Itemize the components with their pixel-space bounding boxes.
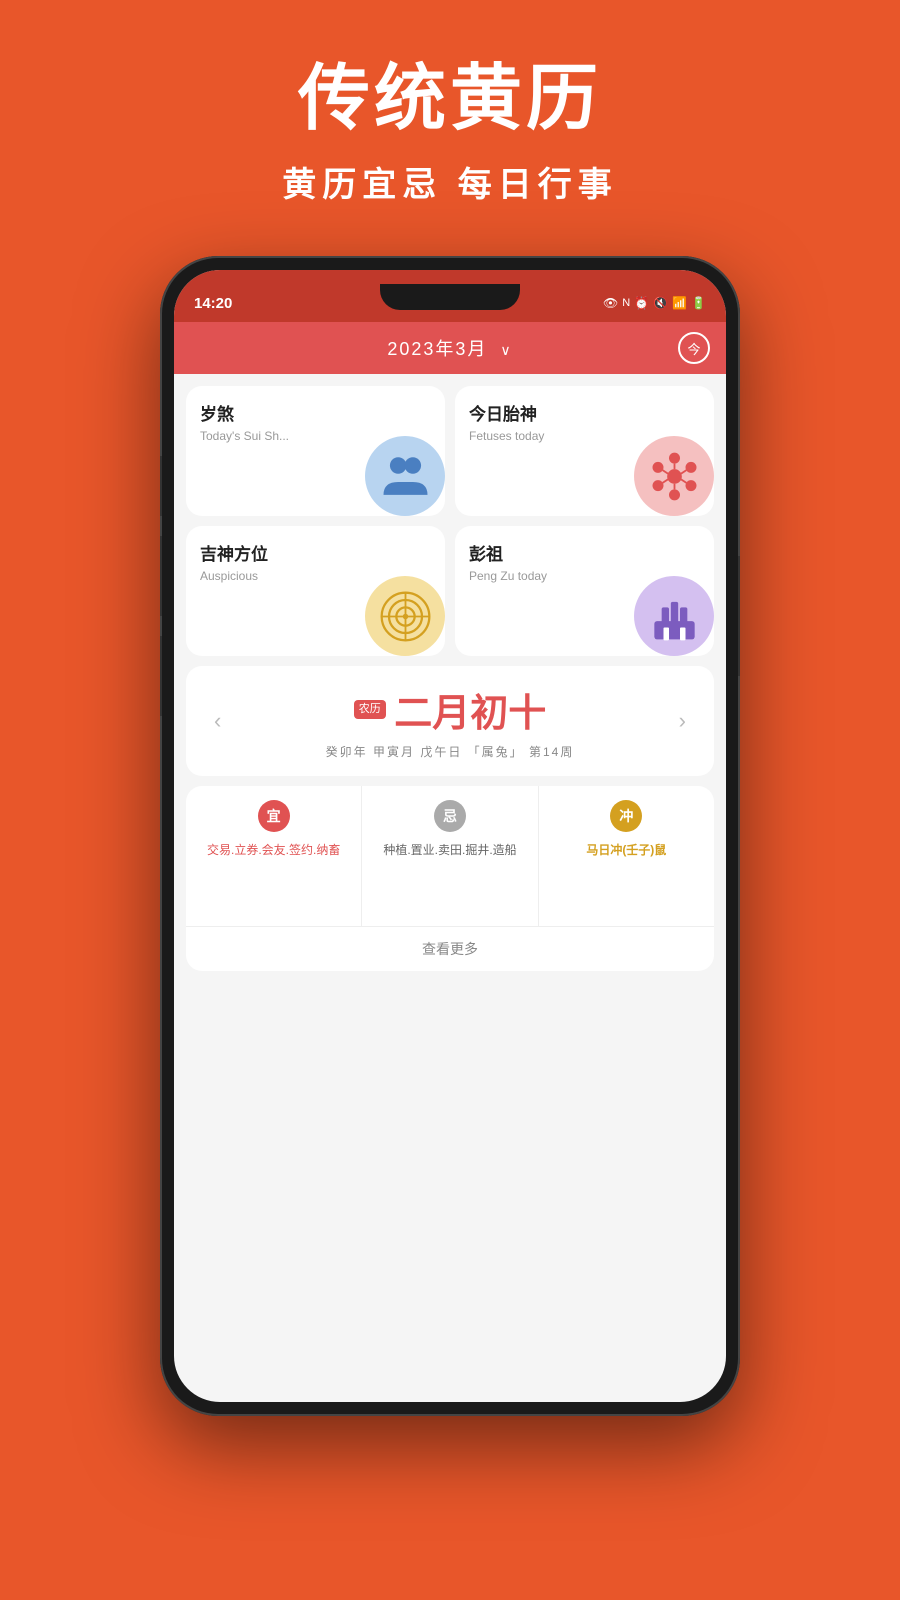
battery-icon: 🔋 bbox=[691, 296, 706, 310]
phone-frame: 14:20 👁 N ⏰ 🔇 📶 🔋 2023年3月 ∨ 今 bbox=[160, 256, 740, 1416]
yi-column: 宜 交易.立券.会友.签约.纳畜 bbox=[186, 786, 362, 926]
yi-badge: 宜 bbox=[258, 800, 290, 832]
wifi-icon: 📶 bbox=[672, 296, 687, 310]
view-more-button[interactable]: 查看更多 bbox=[186, 926, 714, 971]
lunar-date-card: ‹ 农历 二月初十 癸卯年 甲寅月 戊午日 「属兔」 第14周 › bbox=[186, 666, 714, 776]
silent-button[interactable] bbox=[160, 636, 162, 716]
info-cards-grid: 岁煞 Today's Sui Sh... 今日胎神 bbox=[186, 386, 714, 656]
yi-text: 交易.立券.会友.签约.纳畜 bbox=[207, 840, 340, 860]
jishen-card[interactable]: 吉神方位 Auspicious bbox=[186, 526, 445, 656]
factory-icon bbox=[634, 576, 714, 656]
chong-badge: 冲 bbox=[610, 800, 642, 832]
chong-column: 冲 马日冲(壬子)鼠 bbox=[539, 786, 714, 926]
nfc-icon: N bbox=[622, 297, 630, 309]
camera-notch bbox=[380, 284, 520, 310]
page-subtitle: 黄历宜忌 每日行事 bbox=[282, 157, 617, 206]
lunar-tag: 农历 bbox=[354, 700, 386, 719]
today-button[interactable]: 今 bbox=[678, 332, 710, 364]
fetuses-title: 今日胎神 bbox=[469, 400, 700, 425]
status-icons: 👁 N ⏰ 🔇 📶 🔋 bbox=[603, 296, 706, 310]
fetuses-card[interactable]: 今日胎神 Fetuses today bbox=[455, 386, 714, 516]
page-title: 传统黄历 bbox=[282, 60, 617, 139]
ji-text: 种植.置业.卖田.掘井.造船 bbox=[383, 840, 516, 860]
pengzu-card[interactable]: 彭祖 Peng Zu today bbox=[455, 526, 714, 656]
alarm-icon: ⏰ bbox=[634, 296, 649, 310]
lunar-detail: 癸卯年 甲寅月 戊午日 「属兔」 第14周 bbox=[229, 743, 670, 760]
lunar-date-main: 二月初十 bbox=[394, 682, 546, 737]
jishen-title: 吉神方位 bbox=[200, 540, 431, 565]
lunar-date-center: 农历 二月初十 癸卯年 甲寅月 戊午日 「属兔」 第14周 bbox=[229, 682, 670, 760]
app-content: 岁煞 Today's Sui Sh... 今日胎神 bbox=[174, 374, 726, 983]
suishen-title: 岁煞 bbox=[200, 400, 431, 425]
suishen-card[interactable]: 岁煞 Today's Sui Sh... bbox=[186, 386, 445, 516]
prev-day-button[interactable]: ‹ bbox=[206, 708, 229, 734]
page-header: 传统黄历 黄历宜忌 每日行事 bbox=[282, 0, 617, 236]
people-icon bbox=[365, 436, 445, 516]
status-time: 14:20 bbox=[194, 295, 232, 312]
chong-text: 马日冲(壬子)鼠 bbox=[586, 840, 666, 860]
volume-up-button[interactable] bbox=[160, 456, 162, 516]
power-button[interactable] bbox=[738, 556, 740, 676]
month-year-title[interactable]: 2023年3月 ∨ bbox=[387, 335, 512, 361]
yiji-card: 宜 交易.立券.会友.签约.纳畜 忌 种植.置业.卖田.掘井.造船 bbox=[186, 786, 714, 971]
eye-icon: 👁 bbox=[603, 296, 618, 310]
app-header: 2023年3月 ∨ 今 bbox=[174, 322, 726, 374]
pengzu-title: 彭祖 bbox=[469, 540, 700, 565]
volume-down-button[interactable] bbox=[160, 536, 162, 616]
chevron-down-icon: ∨ bbox=[500, 342, 512, 358]
radar-icon bbox=[365, 576, 445, 656]
molecule-icon bbox=[634, 436, 714, 516]
phone-screen: 14:20 👁 N ⏰ 🔇 📶 🔋 2023年3月 ∨ 今 bbox=[174, 270, 726, 1402]
ji-badge: 忌 bbox=[434, 800, 466, 832]
yiji-row: 宜 交易.立券.会友.签约.纳畜 忌 种植.置业.卖田.掘井.造船 bbox=[186, 786, 714, 926]
ji-column: 忌 种植.置业.卖田.掘井.造船 bbox=[362, 786, 538, 926]
next-day-button[interactable]: › bbox=[671, 708, 694, 734]
silent-icon: 🔇 bbox=[653, 296, 668, 310]
